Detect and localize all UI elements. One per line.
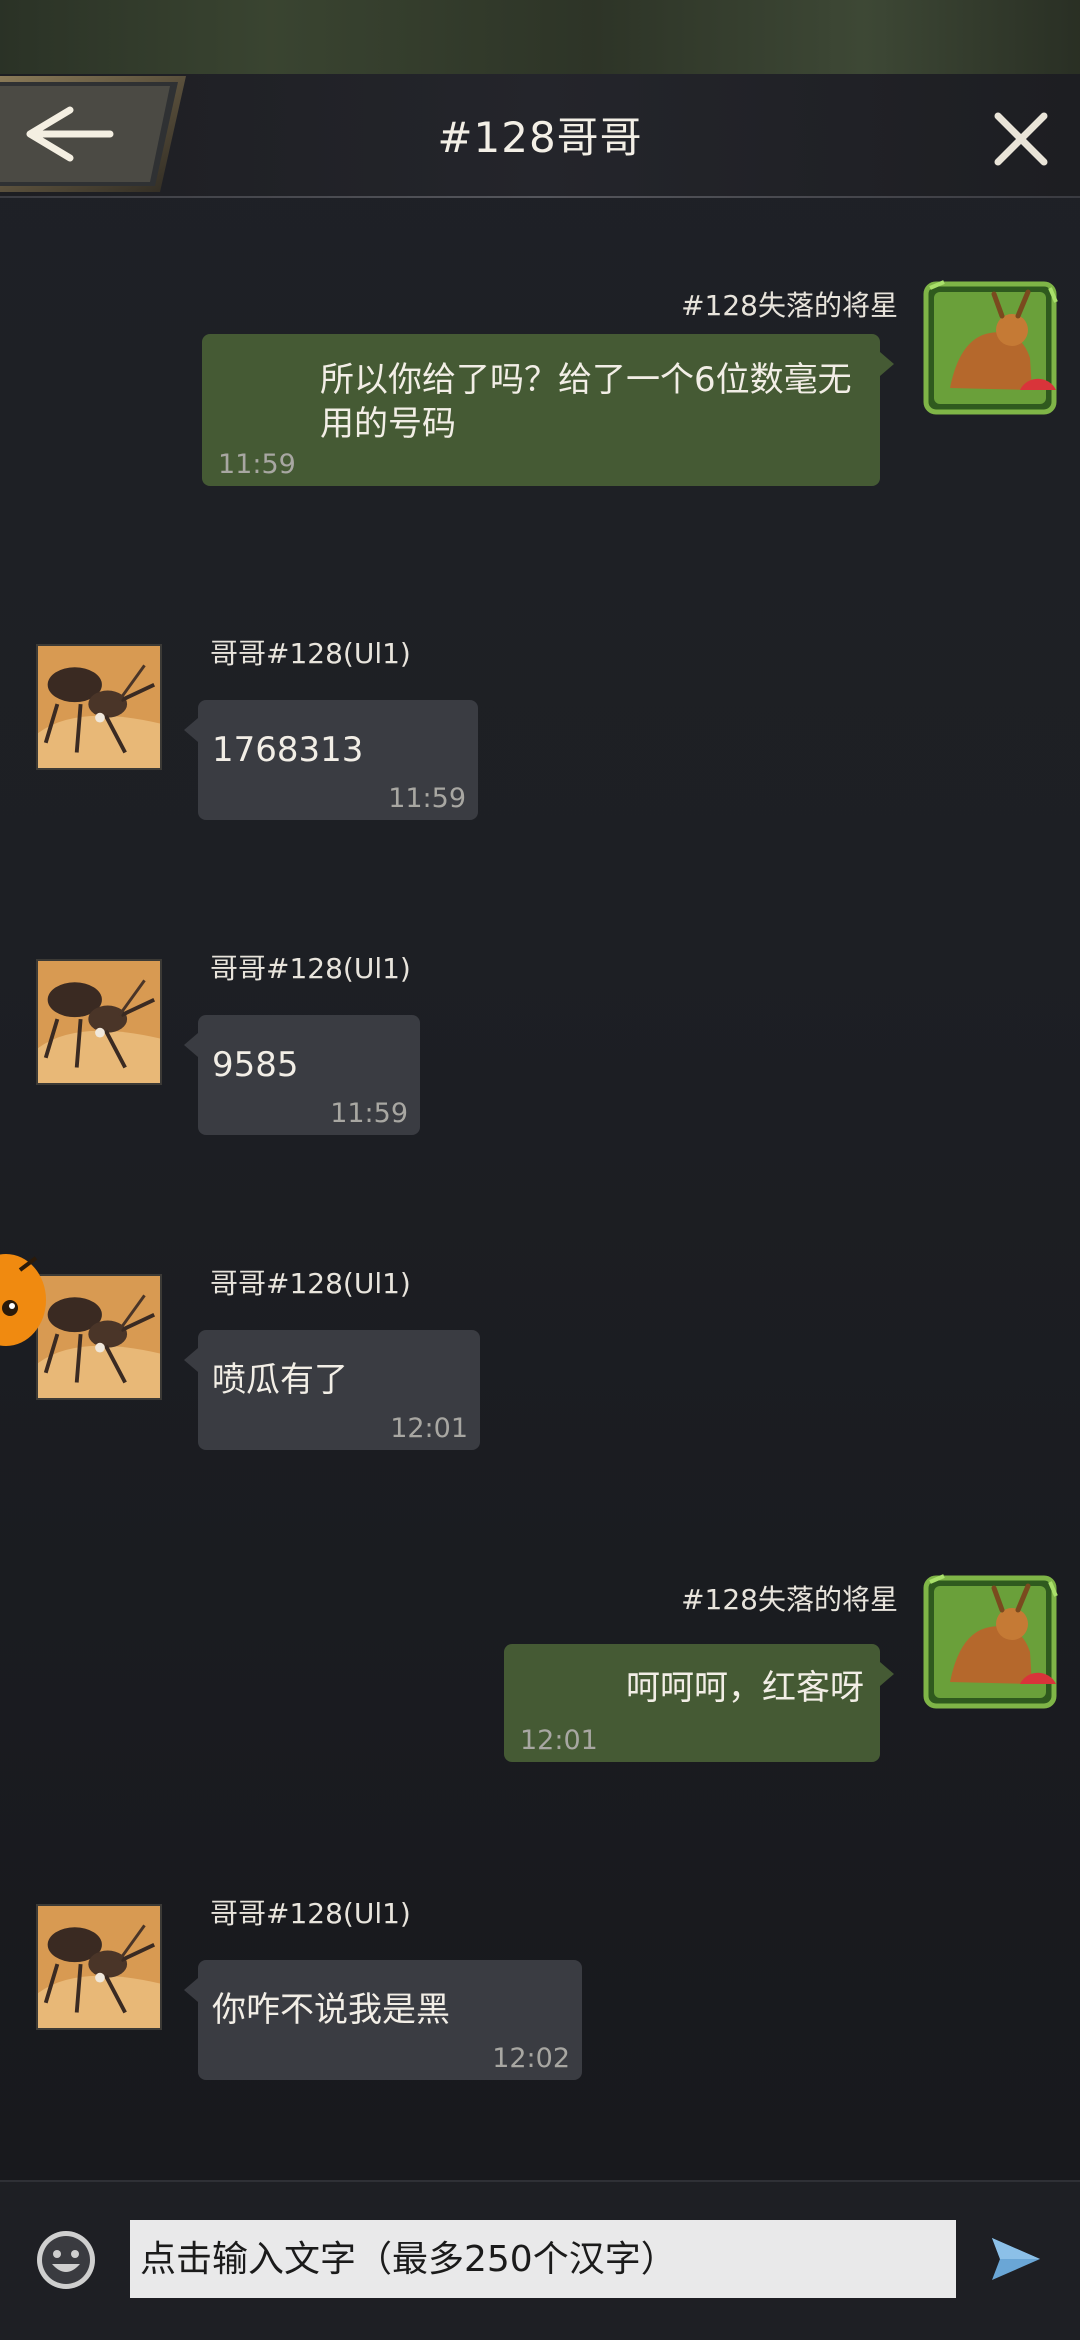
contact-avatar[interactable] xyxy=(36,1274,162,1400)
message-time: 11:59 xyxy=(218,449,296,480)
message-time: 12:01 xyxy=(390,1413,468,1444)
message-time: 11:59 xyxy=(330,1098,408,1129)
floating-assistant-button[interactable] xyxy=(0,1250,50,1350)
sender-name: 哥哥#128(Ul1) xyxy=(210,1897,411,1930)
my-avatar[interactable] xyxy=(920,1572,1060,1712)
close-button[interactable] xyxy=(990,108,1052,170)
sender-name: 哥哥#128(Ul1) xyxy=(210,952,411,985)
ant-avatar-icon xyxy=(38,1906,160,2028)
my-avatar[interactable] xyxy=(920,278,1060,418)
message-bubble[interactable]: 你咋不说我是黑 12:02 xyxy=(184,1960,582,2080)
message-bubble[interactable]: 所以你给了吗？给了一个6位数毫无 用的号码 11:59 xyxy=(202,334,894,486)
deer-avatar-icon xyxy=(923,1574,1058,1709)
deer-avatar-icon xyxy=(923,280,1058,415)
close-icon xyxy=(994,112,1048,166)
ant-avatar-icon xyxy=(38,646,160,768)
sender-name: 哥哥#128(Ul1) xyxy=(210,637,411,670)
message-bubble[interactable]: 喷瓜有了 12:01 xyxy=(184,1330,480,1450)
message-text: 喷瓜有了 xyxy=(212,1360,348,1400)
emoji-button[interactable] xyxy=(34,2228,98,2292)
message-bubble[interactable]: 1768313 11:59 xyxy=(184,700,478,820)
message-text: 呵呵呵，红客呀 xyxy=(626,1668,864,1708)
send-button[interactable] xyxy=(990,2234,1042,2284)
message-bubble[interactable]: 呵呵呵，红客呀 12:01 xyxy=(504,1644,894,1762)
send-icon xyxy=(992,2238,1040,2280)
sender-name: #128失落的将星 xyxy=(681,1583,898,1616)
chat-screen: #128哥哥 #128失落的将星 所以你给了吗？给了一个6位数毫无 用的号码 1… xyxy=(0,0,1080,2340)
input-bar xyxy=(0,2180,1080,2340)
ant-avatar-icon xyxy=(38,961,160,1083)
message-text: 1768313 xyxy=(212,730,364,770)
message-text: 9585 xyxy=(212,1045,299,1085)
emoji-icon xyxy=(37,2231,95,2289)
message-text-line: 所以你给了吗？给了一个6位数毫无 xyxy=(320,360,852,400)
contact-avatar[interactable] xyxy=(36,1904,162,2030)
contact-avatar[interactable] xyxy=(36,959,162,1085)
fish-mascot-icon xyxy=(0,1254,46,1346)
contact-avatar[interactable] xyxy=(36,644,162,770)
sender-name: #128失落的将星 xyxy=(681,289,898,322)
chat-title: #128哥哥 xyxy=(437,113,643,162)
message-bubble[interactable]: 9585 11:59 xyxy=(184,1015,420,1135)
message-time: 12:02 xyxy=(492,2043,570,2074)
message-list[interactable]: #128失落的将星 所以你给了吗？给了一个6位数毫无 用的号码 11:59 哥哥… xyxy=(0,198,1080,2178)
message-time: 12:01 xyxy=(520,1725,598,1756)
message-input[interactable] xyxy=(130,2220,956,2298)
sender-name: 哥哥#128(Ul1) xyxy=(210,1267,411,1300)
message-time: 11:59 xyxy=(388,783,466,814)
message-text: 你咋不说我是黑 xyxy=(212,1990,450,2030)
ant-avatar-icon xyxy=(38,1276,160,1398)
message-text-line: 用的号码 xyxy=(320,404,456,444)
chat-header: #128哥哥 xyxy=(0,74,1080,198)
top-decorative-strip xyxy=(0,0,1080,74)
